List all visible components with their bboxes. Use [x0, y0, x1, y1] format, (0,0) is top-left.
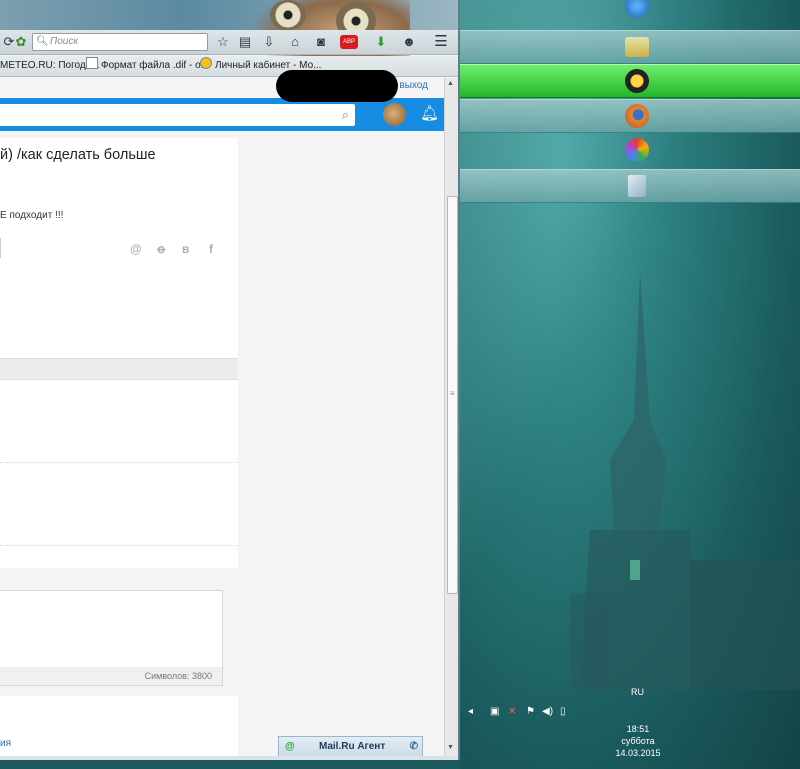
pocket-icon[interactable]: ◙ [312, 33, 330, 51]
dock-item-start[interactable] [460, 0, 800, 22]
answer-separator [0, 545, 238, 546]
bookmarks-icon[interactable]: ▤ [236, 33, 254, 51]
button-edge [0, 238, 1, 258]
window-bottom-edge [0, 756, 458, 760]
site-search-input[interactable]: ⌕ [0, 104, 355, 126]
dock-item-aimp[interactable] [460, 64, 800, 98]
desktop: RU ◂ ▣ ✕ ⚑ ◀) ▯ 18:51 суббота 14.03.2015 [460, 0, 800, 769]
castle-wallpaper [570, 270, 800, 690]
search-icon: 🔍︎ [36, 36, 49, 47]
site-header: ⌕ 🔔︎ [0, 98, 444, 131]
answer-textarea[interactable] [0, 590, 223, 668]
web-page: выход ⌕ 🔔︎ й) /как сделать больше Е подх… [0, 78, 444, 758]
smiley-icon[interactable]: ☻ [400, 33, 418, 51]
ok-share-icon[interactable]: ꝋ [157, 242, 165, 256]
search-input[interactable]: 🔍︎ Поиск [32, 33, 208, 51]
clock-day: суббота [621, 736, 655, 746]
scroll-down-icon[interactable]: ▼ [447, 744, 454, 751]
dock-item-picasa[interactable] [460, 134, 800, 166]
answer-separator [0, 462, 238, 463]
picasa-icon [625, 138, 649, 162]
tray-expand-icon[interactable]: ◂ [468, 706, 473, 717]
search-icon[interactable]: ⌕ [342, 107, 349, 123]
dock-item-firefox[interactable] [460, 99, 800, 133]
network-error-icon[interactable]: ✕ [508, 706, 516, 717]
action-center-icon[interactable]: ⚑ [526, 706, 535, 717]
avatar[interactable] [383, 103, 406, 126]
mail-agent-label: Mail.Ru Агент [319, 741, 386, 752]
answer-footer: Символов: 3800 [0, 667, 223, 686]
bookmark-dif-format[interactable]: Формат файла .dif - о... [86, 56, 209, 76]
navigation-toolbar: ⟳ ✿ 🔍︎ Поиск ☆ ▤ ⇩ ⌂ ◙ ABP ⬇ ☻ ☰ [0, 30, 458, 55]
bookmark-meteo[interactable]: METEO.RU: Погода... [0, 56, 100, 76]
addon-icon[interactable]: ✿ [12, 33, 30, 51]
browser-window: ⟳ ✿ 🔍︎ Поиск ☆ ▤ ⇩ ⌂ ◙ ABP ⬇ ☻ ☰ METEO.R… [0, 0, 460, 760]
mail-share-icon[interactable]: @ [130, 242, 142, 256]
scrollbar[interactable]: ▲ ≡ ▼ [444, 78, 458, 756]
page-icon [86, 57, 98, 69]
redaction-blob [276, 70, 398, 102]
network-icon[interactable]: ▣ [490, 706, 499, 717]
star-icon[interactable]: ☆ [214, 33, 232, 51]
mail-agent-icon: @ [285, 741, 295, 752]
facebook-share-icon[interactable]: f [209, 242, 213, 256]
power-icon[interactable]: ▯ [560, 706, 566, 717]
menu-icon[interactable]: ☰ [432, 33, 450, 51]
bell-icon[interactable]: 🔔︎ [420, 104, 439, 122]
download-icon[interactable]: ⇩ [260, 33, 278, 51]
green-download-icon[interactable]: ⬇ [372, 33, 390, 51]
windows-icon [625, 0, 649, 18]
system-tray: ◂ ▣ ✕ ⚑ ◀) ▯ [466, 706, 626, 720]
mail-agent-bar[interactable]: @ Mail.Ru Агент ✆ [278, 736, 423, 758]
phone-icon[interactable]: ✆ [410, 737, 418, 757]
logout-link[interactable]: выход [399, 80, 428, 91]
clock-date: 14.03.2015 [615, 748, 661, 758]
home-icon[interactable]: ⌂ [286, 33, 304, 51]
footer-link[interactable]: ия [0, 738, 11, 749]
question-body: Е подходит !!! [0, 210, 64, 221]
scroll-up-icon[interactable]: ▲ [447, 80, 454, 87]
beeline-icon [200, 57, 212, 69]
adblock-icon[interactable]: ABP [340, 35, 358, 49]
dock-item-screenshot[interactable] [460, 169, 800, 203]
folder-icon [625, 37, 649, 57]
screenshot-tool-icon [628, 175, 646, 197]
dock-item-explorer[interactable] [460, 30, 800, 64]
chars-counter: Символов: 3800 [144, 671, 212, 681]
clock[interactable]: 18:51 суббота 14.03.2015 [610, 723, 666, 759]
firefox-icon [625, 104, 649, 128]
scrollbar-thumb[interactable]: ≡ [447, 196, 458, 594]
answer-form: Символов: 3800 [0, 568, 238, 696]
grip-icon: ≡ [450, 389, 455, 398]
section-divider [0, 358, 238, 380]
aimp-icon [625, 69, 649, 93]
volume-icon[interactable]: ◀) [542, 706, 553, 717]
question-title: й) /как сделать больше [0, 147, 156, 163]
clock-time: 18:51 [626, 724, 650, 734]
language-indicator[interactable]: RU [631, 687, 644, 697]
theme-eye-left [270, 0, 306, 30]
vk-share-icon[interactable]: в [182, 242, 189, 256]
